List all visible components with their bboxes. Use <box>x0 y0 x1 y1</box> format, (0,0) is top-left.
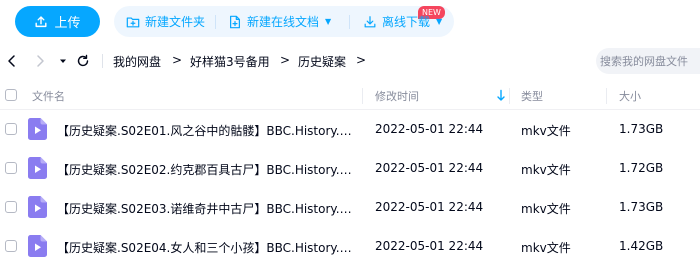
table-row[interactable]: 【历史疑案.S02E04.女人和三个小孩】BBC.History.Cold...… <box>0 227 700 266</box>
new-folder-label: 新建文件夹 <box>145 15 206 29</box>
select-all-checkbox[interactable] <box>5 89 17 101</box>
forward-icon[interactable] <box>31 52 49 70</box>
upload-button[interactable]: 上传 <box>15 6 100 37</box>
column-header-type[interactable]: 类型 <box>521 88 543 104</box>
chevron-down-icon: ▼ <box>436 17 443 26</box>
column-divider <box>509 88 510 104</box>
table-row[interactable]: 【历史疑案.S02E01.风之谷中的骷髅】BBC.History.Cold...… <box>0 110 700 149</box>
breadcrumb-separator: > <box>356 53 367 67</box>
column-divider <box>362 88 363 104</box>
breadcrumb-item[interactable]: 好样猫3号备用 <box>190 53 270 70</box>
file-type: mkv文件 <box>521 124 571 138</box>
file-size: 1.73GB <box>619 122 664 136</box>
column-header-modified[interactable]: 修改时间 <box>375 88 419 104</box>
search-input[interactable] <box>596 48 700 74</box>
row-checkbox[interactable] <box>5 162 17 174</box>
table-row[interactable]: 【历史疑案.S02E02.约克郡百具古尸】BBC.History.Cold...… <box>0 149 700 188</box>
file-name[interactable]: 【历史疑案.S02E01.风之谷中的骷髅】BBC.History.Cold... <box>57 122 357 139</box>
new-online-doc-label: 新建在线文档 <box>247 15 320 29</box>
file-name[interactable]: 【历史疑案.S02E04.女人和三个小孩】BBC.History.Cold... <box>57 239 357 256</box>
column-divider <box>606 88 607 104</box>
file-size: 1.72GB <box>619 161 664 175</box>
row-checkbox[interactable] <box>5 201 17 213</box>
breadcrumb-item[interactable]: 我的网盘 <box>113 53 161 70</box>
breadcrumb-bar: 我的网盘 > 好样猫3号备用 > 历史疑案 > <box>0 44 700 78</box>
download-icon <box>364 15 376 27</box>
upload-label: 上传 <box>54 16 81 31</box>
new-online-doc-button[interactable]: 新建在线文档 ▼ <box>228 6 331 37</box>
video-file-icon <box>28 235 47 257</box>
document-plus-icon <box>230 15 240 28</box>
file-type: mkv文件 <box>521 202 571 216</box>
video-file-icon <box>28 157 47 179</box>
toolbar: 上传 新建文件夹 新建在线文档 ▼ NEW 离线下载 ▼ <box>0 0 700 44</box>
new-folder-button[interactable]: 新建文件夹 <box>126 6 205 37</box>
offline-download-label: 离线下载 <box>382 15 431 29</box>
file-modified-time: 2022-05-01 22:44 <box>375 161 484 175</box>
file-modified-time: 2022-05-01 22:44 <box>375 200 484 214</box>
breadcrumb-item[interactable]: 历史疑案 <box>298 53 346 70</box>
file-name[interactable]: 【历史疑案.S02E03.诺维奇井中古尸】BBC.History.Cold... <box>57 200 357 217</box>
upload-icon <box>35 15 47 27</box>
folder-plus-icon <box>126 16 140 27</box>
refresh-icon[interactable] <box>74 52 92 70</box>
video-file-icon <box>28 118 47 140</box>
file-type: mkv文件 <box>521 241 571 255</box>
file-type: mkv文件 <box>521 163 571 177</box>
back-icon[interactable] <box>3 52 21 70</box>
history-dropdown-icon[interactable] <box>54 52 72 70</box>
column-header-name[interactable]: 文件名 <box>32 88 65 104</box>
tool-group: 新建文件夹 新建在线文档 ▼ NEW 离线下载 ▼ <box>114 6 454 37</box>
file-size: 1.42GB <box>619 239 664 253</box>
row-checkbox[interactable] <box>5 240 17 252</box>
toolbar-divider <box>349 15 350 29</box>
breadcrumb-separator: > <box>172 53 183 67</box>
offline-download-button[interactable]: 离线下载 ▼ <box>363 6 442 37</box>
column-header-size[interactable]: 大小 <box>619 88 641 104</box>
video-file-icon <box>28 196 47 218</box>
file-size: 1.73GB <box>619 200 664 214</box>
file-modified-time: 2022-05-01 22:44 <box>375 239 484 253</box>
table-header: 文件名 修改时间 类型 大小 <box>0 82 700 110</box>
breadcrumb-divider <box>102 54 103 68</box>
breadcrumb-separator: > <box>280 53 291 67</box>
table-row[interactable]: 【历史疑案.S02E03.诺维奇井中古尸】BBC.History.Cold...… <box>0 188 700 227</box>
sort-arrow-down-icon[interactable] <box>496 89 506 102</box>
toolbar-divider <box>215 15 216 29</box>
file-modified-time: 2022-05-01 22:44 <box>375 122 484 136</box>
row-checkbox[interactable] <box>5 123 17 135</box>
file-name[interactable]: 【历史疑案.S02E02.约克郡百具古尸】BBC.History.Cold... <box>57 161 357 178</box>
chevron-down-icon: ▼ <box>325 17 332 26</box>
